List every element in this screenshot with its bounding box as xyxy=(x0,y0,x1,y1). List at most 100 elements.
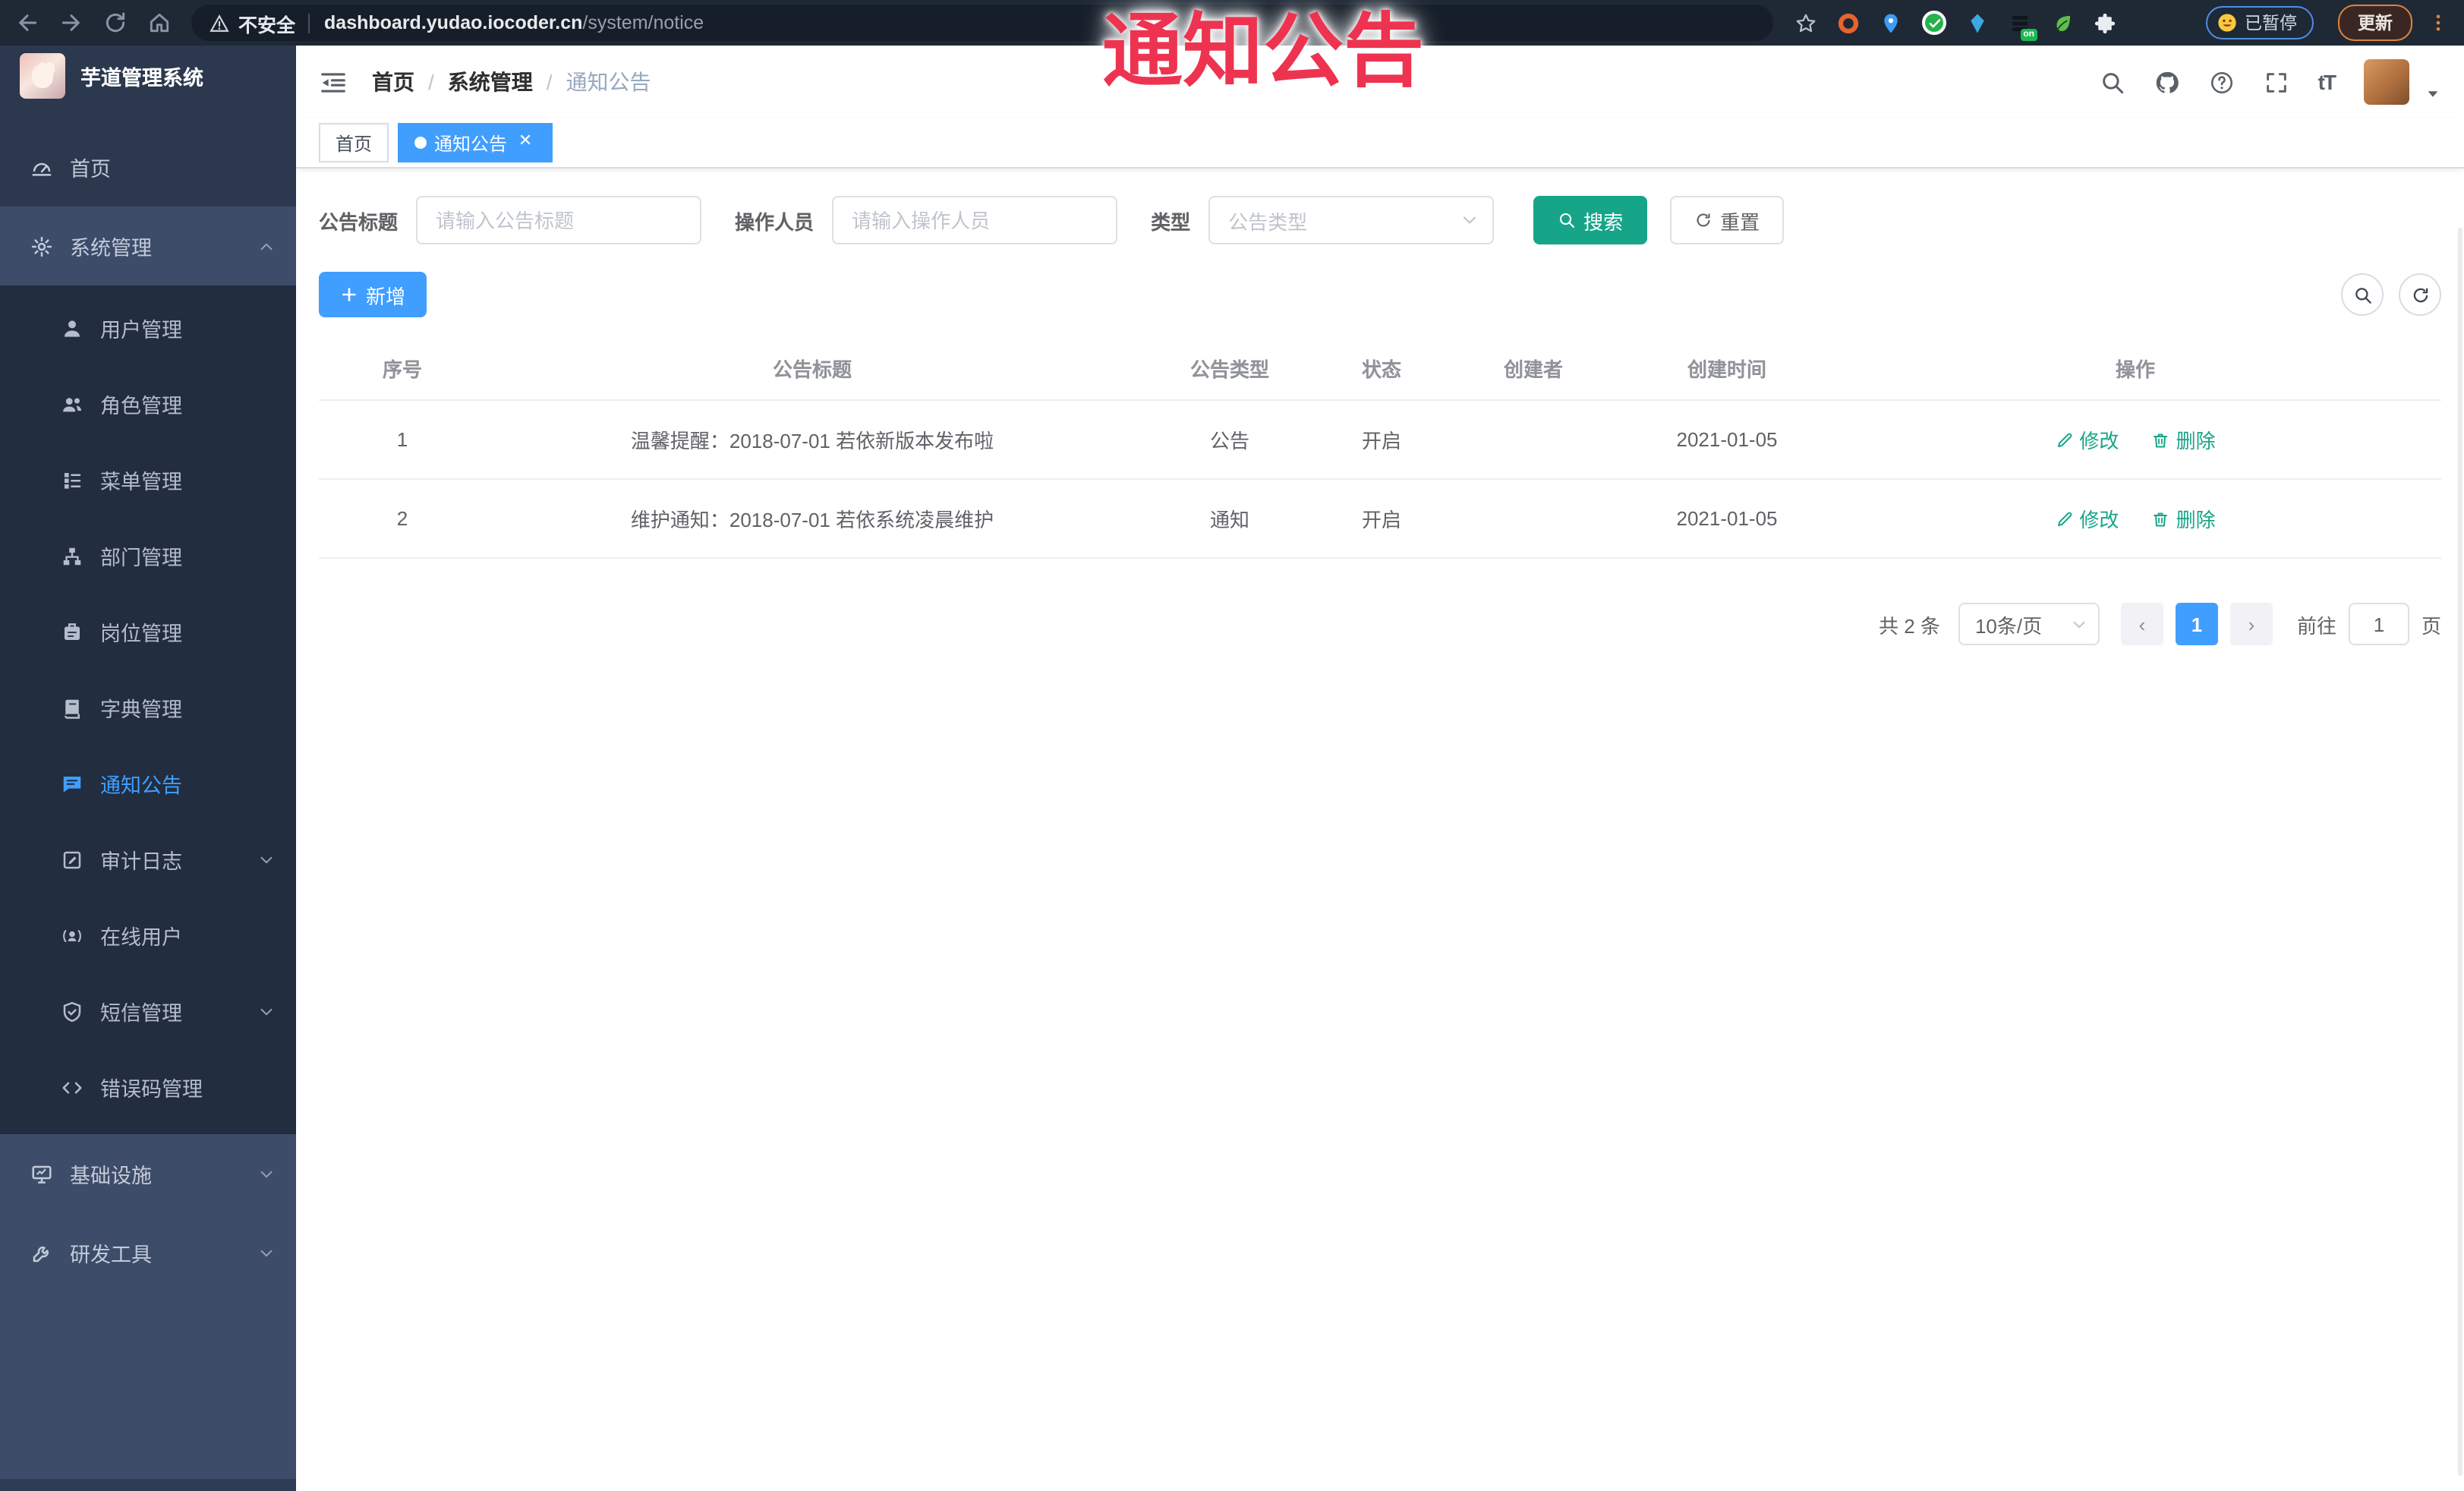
sidebar-item-notice[interactable]: 通知公告 xyxy=(0,746,296,821)
sidebar-logo[interactable]: 芋道管理系统 xyxy=(0,46,296,106)
omnibox-divider xyxy=(307,13,310,33)
org-tree-icon xyxy=(61,544,83,567)
edit-link[interactable]: 修改 xyxy=(2055,504,2119,533)
next-page-button[interactable]: › xyxy=(2229,603,2273,645)
search-icon xyxy=(2352,285,2372,304)
extension-location-pin-icon[interactable] xyxy=(1880,11,1902,34)
pagination: 共 2 条 10条/页 ‹ 1 › 前往 页 xyxy=(319,603,2441,645)
browser-update-button[interactable]: 更新 xyxy=(2338,5,2412,41)
table-header-row: 序号 公告标题 公告类型 状态 创建者 创建时间 操作 xyxy=(319,339,2441,401)
filter-form: 公告标题 操作人员 类型 公告类型 搜索 重置 xyxy=(319,196,2441,244)
tag-label: 首页 xyxy=(336,133,373,154)
font-size-icon[interactable]: tT xyxy=(2318,70,2336,94)
vpn-on-badge: on xyxy=(2020,28,2037,40)
browser-reload-icon[interactable] xyxy=(103,11,128,35)
sidebar-item-role-mgmt[interactable]: 角色管理 xyxy=(0,366,296,442)
browser-back-icon[interactable] xyxy=(15,11,39,35)
fullscreen-icon[interactable] xyxy=(2264,69,2289,95)
user-icon xyxy=(61,317,83,339)
prev-page-button[interactable]: ‹ xyxy=(2120,603,2163,645)
notice-type-select[interactable]: 公告类型 xyxy=(1208,196,1495,244)
col-created: 创建时间 xyxy=(1624,339,1829,401)
sidebar-item-home[interactable]: 首页 xyxy=(0,128,296,206)
table-row: 2 维护通知：2018-07-01 若依系统凌晨维护 通知 开启 2021-01… xyxy=(319,479,2441,559)
browser-home-icon[interactable] xyxy=(147,11,172,35)
extension-icons: on xyxy=(1794,11,2136,40)
profile-paused-badge[interactable]: 已暂停 xyxy=(2205,6,2314,39)
sidebar-item-system[interactable]: 系统管理 xyxy=(0,206,296,285)
operator-input[interactable] xyxy=(832,196,1118,244)
header-search-icon[interactable] xyxy=(2100,69,2125,95)
user-avatar[interactable] xyxy=(2364,59,2409,105)
chevron-down-icon xyxy=(258,1244,275,1261)
browser-menu-icon[interactable] xyxy=(2428,12,2449,33)
add-button[interactable]: 新增 xyxy=(319,272,427,317)
content-scrollbar[interactable] xyxy=(2458,228,2462,1476)
page-content: 公告标题 操作人员 类型 公告类型 搜索 重置 xyxy=(296,169,2464,670)
bookmark-star-icon[interactable] xyxy=(1794,11,1817,34)
toggle-search-button[interactable] xyxy=(2341,273,2384,316)
extension-green-check-icon[interactable] xyxy=(1922,11,1946,35)
insecure-warning-icon xyxy=(210,13,229,33)
col-title: 公告标题 xyxy=(486,339,1139,401)
sidebar-item-dict-mgmt[interactable]: 字典管理 xyxy=(0,670,296,746)
address-bar[interactable]: 不安全 dashboard.yudao.iocoder.cn/system/no… xyxy=(191,5,1773,41)
sidebar-item-post-mgmt[interactable]: 岗位管理 xyxy=(0,594,296,670)
browser-forward-icon[interactable] xyxy=(59,11,83,35)
breadcrumb-home[interactable]: 首页 xyxy=(372,67,414,97)
col-no: 序号 xyxy=(319,339,486,401)
tag-close-icon[interactable]: ✕ xyxy=(515,132,536,153)
notice-title-input[interactable] xyxy=(416,196,702,244)
extension-blue-diamond-icon[interactable] xyxy=(1966,11,1989,34)
table-toolbar: 新增 xyxy=(319,272,2441,317)
sidebar: 芋道管理系统 首页 系统管理 用户管理 角色管理 菜单管理 部门管理 岗位管理 … xyxy=(0,46,296,1491)
page-size-select[interactable]: 10条/页 xyxy=(1958,603,2100,645)
cell-type: 通知 xyxy=(1139,479,1321,559)
reset-button[interactable]: 重置 xyxy=(1670,196,1785,244)
dashboard-icon xyxy=(30,156,53,178)
page-number-1[interactable]: 1 xyxy=(2175,603,2218,645)
extensions-puzzle-icon[interactable] xyxy=(2094,11,2116,34)
sidebar-item-user-mgmt[interactable]: 用户管理 xyxy=(0,290,296,366)
col-type: 公告类型 xyxy=(1139,339,1321,401)
delete-link[interactable]: 删除 xyxy=(2152,425,2216,454)
sidebar-item-online-users[interactable]: 在线用户 xyxy=(0,897,296,973)
tag-notice[interactable]: 通知公告 ✕ xyxy=(398,123,553,162)
goto-page-input[interactable] xyxy=(2348,603,2409,645)
edit-label: 修改 xyxy=(2079,509,2119,531)
refresh-table-button[interactable] xyxy=(2399,273,2441,316)
page-size-value: 10条/页 xyxy=(1974,614,2043,637)
github-icon[interactable] xyxy=(2154,69,2180,95)
sidebar-item-label: 短信管理 xyxy=(100,1002,182,1025)
sidebar-item-audit-log[interactable]: 审计日志 xyxy=(0,821,296,897)
sidebar-item-errorcode-mgmt[interactable]: 错误码管理 xyxy=(0,1049,296,1125)
extension-orange-ring-icon[interactable] xyxy=(1837,11,1860,34)
sidebar-fold-icon[interactable] xyxy=(319,68,348,96)
delete-label: 删除 xyxy=(2176,509,2216,531)
sidebar-item-menu-mgmt[interactable]: 菜单管理 xyxy=(0,442,296,518)
sidebar-item-dept-mgmt[interactable]: 部门管理 xyxy=(0,518,296,594)
extension-leaf-icon[interactable] xyxy=(2051,11,2074,34)
cell-status: 开启 xyxy=(1321,479,1442,559)
search-button[interactable]: 搜索 xyxy=(1533,196,1648,244)
sidebar-item-label: 菜单管理 xyxy=(100,471,182,493)
edit-link[interactable]: 修改 xyxy=(2055,425,2119,454)
avatar-caret-icon[interactable] xyxy=(2425,84,2441,101)
tag-home[interactable]: 首页 xyxy=(319,123,389,162)
sidebar-item-label: 角色管理 xyxy=(100,395,182,418)
filter-title-label: 公告标题 xyxy=(319,210,399,233)
edit-label: 修改 xyxy=(2079,430,2119,452)
pencil-icon xyxy=(2055,509,2073,528)
sidebar-scrollbar[interactable] xyxy=(0,1479,296,1491)
delete-link[interactable]: 删除 xyxy=(2152,504,2216,533)
extension-vpn-icon[interactable]: on xyxy=(2009,11,2037,40)
sidebar-item-infrastructure[interactable]: 基础设施 xyxy=(0,1134,296,1213)
help-icon[interactable] xyxy=(2209,69,2235,95)
sidebar-item-label: 错误码管理 xyxy=(100,1078,203,1101)
sidebar-item-dev-tools[interactable]: 研发工具 xyxy=(0,1213,296,1292)
breadcrumb-system[interactable]: 系统管理 xyxy=(448,67,533,97)
sidebar-item-label: 系统管理 xyxy=(70,237,152,260)
logo-avatar xyxy=(20,53,65,99)
sidebar-item-sms-mgmt[interactable]: 短信管理 xyxy=(0,973,296,1049)
refresh-icon xyxy=(2410,285,2430,304)
